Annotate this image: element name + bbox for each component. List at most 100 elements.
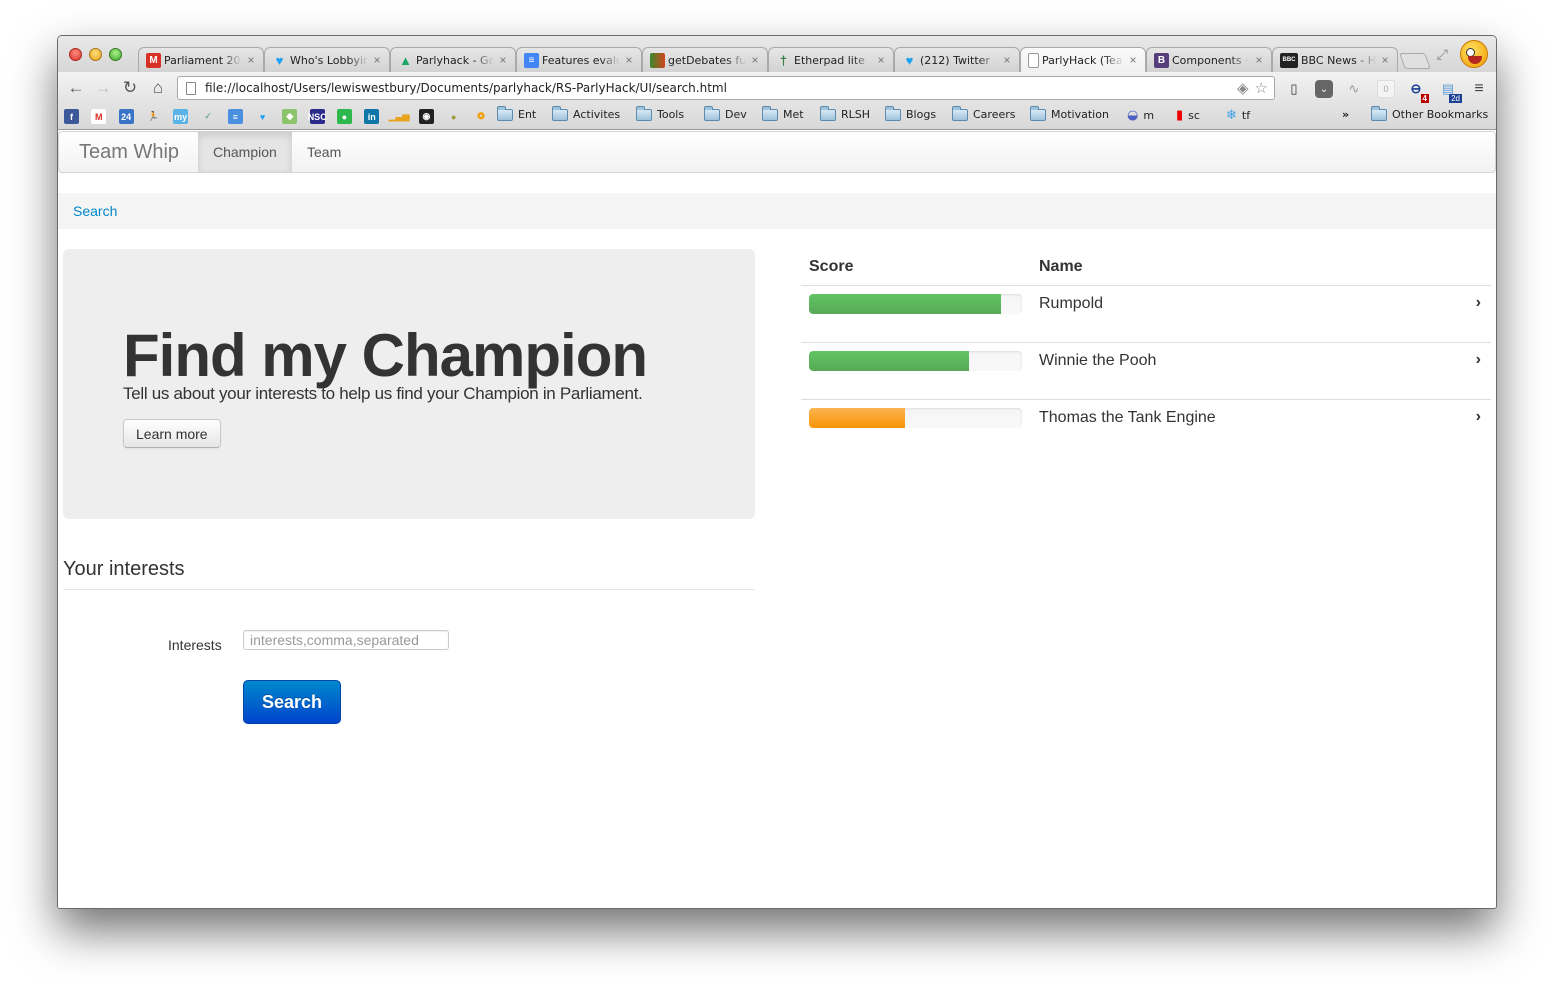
bookmark-nsc-icon[interactable]: NSC [308, 109, 327, 124]
url-text[interactable]: file://localhost/Users/lewiswestbury/Doc… [205, 81, 727, 95]
bookmark-star-icon[interactable]: ☆ [1255, 79, 1268, 97]
counter-extension-icon[interactable]: 0 [1377, 80, 1395, 98]
chevron-right-icon[interactable]: › [1476, 294, 1481, 312]
browser-tab[interactable]: BComponents · Bootstrap× [1146, 47, 1272, 72]
calendar-extension-icon[interactable]: ▤ 2d [1439, 80, 1462, 103]
new-tab-button[interactable] [1399, 53, 1431, 69]
bookmark-link[interactable]: ◒ m [1127, 108, 1154, 123]
folder-icon [497, 105, 513, 121]
browser-tab[interactable]: getDebates function× [642, 47, 768, 72]
fullscreen-icon[interactable]: ⤢ [1437, 46, 1448, 63]
bookmark-checkmark-icon[interactable]: ✓ [201, 109, 216, 124]
bookmark-link[interactable]: ▮ sc [1176, 108, 1200, 123]
close-tab-icon[interactable]: × [1253, 53, 1265, 67]
bookmark-evernote-icon[interactable]: ● [337, 109, 352, 124]
close-tab-icon[interactable]: × [749, 53, 761, 67]
bookmark-pin-icon[interactable]: ❂ [474, 109, 489, 124]
calendar-badge: 2d [1449, 94, 1462, 103]
close-tab-icon[interactable]: × [623, 53, 635, 67]
interests-input[interactable] [243, 630, 449, 650]
bookmark-folder-label: Ent [518, 108, 537, 121]
bookmark-folder[interactable]: Blogs [885, 105, 936, 121]
bookmark-maps-icon[interactable]: ◆ [282, 109, 298, 124]
address-bar[interactable]: file://localhost/Users/lewiswestbury/Doc… [177, 76, 1275, 100]
bookmark-folder-label: Met [783, 108, 804, 121]
tube-status-icon[interactable]: ⊖ 4 [1407, 80, 1429, 103]
other-bookmarks-folder[interactable]: Other Bookmarks [1371, 105, 1488, 121]
champion-name: Thomas the Tank Engine [1039, 409, 1216, 426]
table-row[interactable]: Thomas the Tank Engine › [801, 399, 1491, 456]
bookmark-folder[interactable]: Tools [636, 105, 684, 121]
bookmark-gmail-icon[interactable]: M [91, 109, 107, 124]
bookmark-folder[interactable]: Ent [497, 105, 537, 121]
close-tab-icon[interactable]: × [371, 53, 383, 67]
reload-button[interactable]: ↻ [120, 78, 140, 98]
close-tab-icon[interactable]: × [245, 53, 257, 67]
navbar: Team Whip Champion Team [58, 131, 1496, 173]
close-tab-icon[interactable]: × [1001, 53, 1013, 67]
window-close-button[interactable] [69, 48, 82, 61]
close-tab-icon[interactable]: × [497, 53, 509, 67]
bookmark-shield-icon[interactable]: ◉ [418, 109, 434, 124]
tab-title: Who's Lobbying [290, 53, 368, 67]
learn-more-button[interactable]: Learn more [123, 419, 221, 448]
bookmark-signal-icon[interactable]: ▁▃▅ [389, 109, 410, 124]
pocket-icon[interactable]: ⌄ [1315, 80, 1333, 98]
close-tab-icon[interactable]: × [1379, 53, 1391, 67]
nav-item-team[interactable]: Team [292, 132, 356, 172]
gmail-icon: M [146, 52, 161, 68]
profile-avatar[interactable] [1460, 40, 1488, 68]
bookmark-link[interactable]: ❄ tf [1226, 108, 1250, 123]
extension-diamond-icon[interactable]: ◈ [1237, 79, 1249, 97]
bookmark-folder-label: RLSH [841, 108, 871, 121]
navbar-brand[interactable]: Team Whip [79, 141, 179, 164]
bookmark-twitter-icon[interactable]: ♥ [255, 109, 270, 124]
browser-tab[interactable]: ParlyHack (Team Whip)× [1020, 47, 1146, 72]
search-button[interactable]: Search [243, 680, 341, 724]
window-minimize-button[interactable] [89, 48, 102, 61]
chevron-right-icon[interactable]: › [1476, 351, 1481, 369]
bookmark-calendar-24-icon[interactable]: 24 [118, 109, 134, 124]
browser-tab[interactable]: ♥ Who's Lobbying× [264, 47, 390, 72]
bookmark-linkedin-icon[interactable]: in [364, 109, 380, 124]
hero-subtitle: Tell us about your interests to help us … [123, 384, 643, 403]
browser-tab[interactable]: ♥ (212) Twitter × [894, 47, 1020, 72]
column-header-score: Score [809, 258, 854, 275]
bookmark-folder[interactable]: Dev [704, 105, 747, 121]
bookmark-drop-icon[interactable]: ● [446, 109, 461, 124]
browser-tab[interactable]: ▲ Parlyhack - Google Drive× [390, 47, 516, 72]
bookmark-folder[interactable]: Motivation [1030, 105, 1109, 121]
bookmark-folder[interactable]: Careers [952, 105, 1016, 121]
browser-tab[interactable]: BBCBBC News - Home× [1272, 47, 1398, 72]
bookmark-my-icon[interactable]: my [173, 109, 189, 124]
bookmark-runner-icon[interactable]: 🏃 [146, 109, 161, 124]
page-content: Team Whip Champion Team Search Find my C… [58, 131, 1496, 908]
nav-item-champion[interactable]: Champion [198, 132, 292, 172]
google-drive-icon: ▲ [399, 52, 412, 68]
table-row[interactable]: Winnie the Pooh › [801, 342, 1491, 399]
folder-icon [1030, 105, 1046, 121]
chevron-right-icon[interactable]: › [1476, 408, 1481, 426]
bookmark-docs-icon[interactable]: ≡ [227, 109, 243, 124]
tab-title: Parliament 2014 [164, 53, 242, 67]
bookmark-folder[interactable]: Met [762, 105, 804, 121]
phone-extension-icon[interactable]: ▯ [1285, 80, 1303, 98]
browser-tab[interactable]: MParliament 2014× [138, 47, 264, 72]
back-button[interactable]: ← [66, 78, 86, 98]
menu-icon[interactable]: ≡ [1470, 80, 1488, 98]
browser-tab[interactable]: † Etherpad lite × [768, 47, 894, 72]
score-progress-bar [809, 294, 1022, 314]
close-tab-icon[interactable]: × [875, 53, 887, 67]
home-button[interactable]: ⌂ [148, 78, 168, 98]
bookmark-facebook-icon[interactable]: f [64, 109, 79, 124]
bookmarks-overflow[interactable]: » [1342, 108, 1349, 121]
bookmark-folder[interactable]: RLSH [820, 105, 871, 121]
forward-button[interactable]: → [93, 78, 113, 98]
browser-tab[interactable]: ≡Features evaluation× [516, 47, 642, 72]
pulse-icon[interactable]: ∿ [1345, 80, 1363, 98]
breadcrumb-search-link[interactable]: Search [73, 203, 117, 219]
close-tab-icon[interactable]: × [1127, 53, 1139, 67]
window-zoom-button[interactable] [109, 48, 122, 61]
table-row[interactable]: Rumpold › [801, 285, 1491, 342]
bookmark-folder[interactable]: Activites [552, 105, 620, 121]
